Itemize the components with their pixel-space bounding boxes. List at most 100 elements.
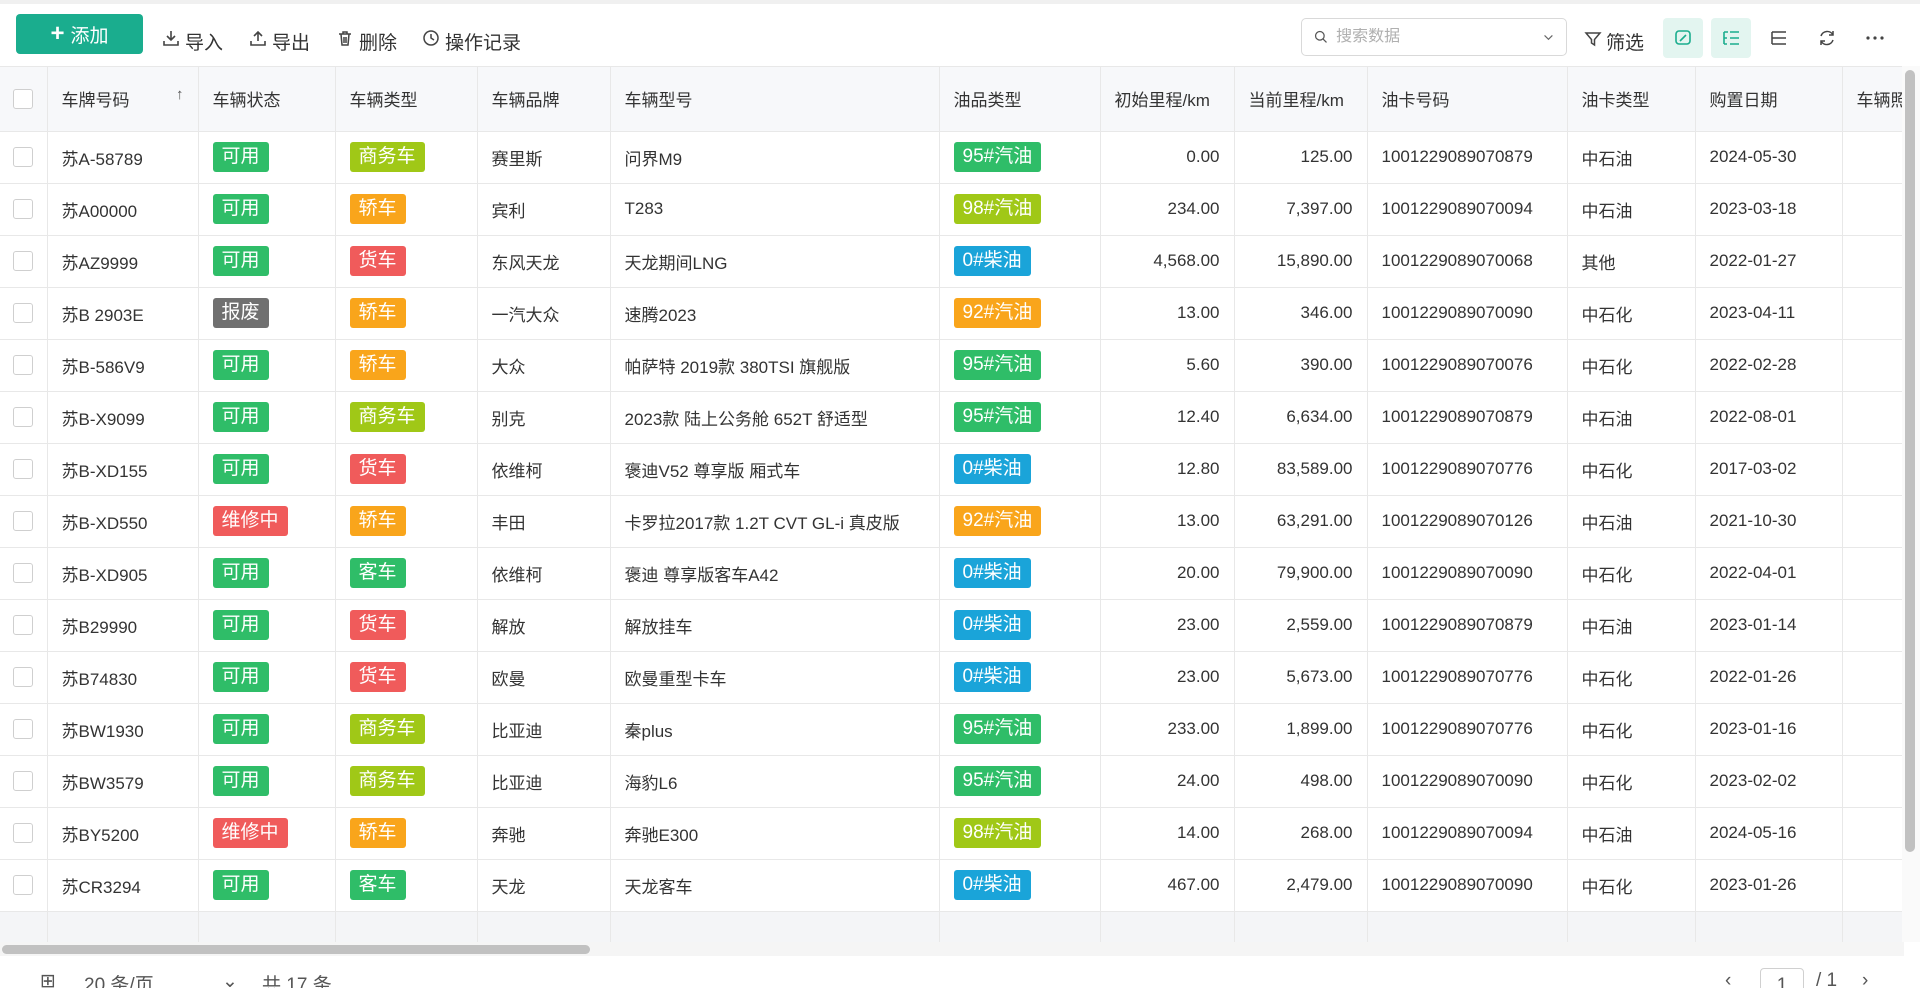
operation-log-button[interactable]: 操作记录 — [422, 26, 521, 56]
row-checkbox[interactable] — [13, 407, 34, 428]
chevron-down-icon[interactable]: ⌄ — [222, 970, 238, 988]
row-checkbox[interactable] — [13, 771, 34, 792]
row-select-cell — [0, 703, 48, 756]
status-tag: 可用 — [212, 246, 269, 276]
status-tag: 可用 — [212, 402, 269, 432]
column-header-current-mileage[interactable]: 当前里程/km — [1234, 67, 1368, 132]
card-type-cell: 中石化 — [1567, 443, 1696, 496]
model-cell: 天龙客车 — [610, 859, 940, 912]
status-cell: 可用 — [198, 391, 336, 444]
page-size-select[interactable]: 20 条/页 — [84, 970, 154, 988]
vertical-scrollbar[interactable] — [1902, 66, 1920, 942]
page-number-input[interactable]: 1 — [1760, 968, 1804, 988]
delete-button[interactable]: 删除 — [336, 26, 397, 56]
row-checkbox[interactable] — [13, 719, 34, 740]
select-all-cell — [0, 67, 48, 132]
filter-button[interactable]: 筛选 — [1584, 28, 1644, 55]
card-number-cell: 1001229089070068 — [1367, 235, 1568, 288]
chevron-down-icon[interactable] — [1543, 30, 1554, 44]
column-header-brand[interactable]: 车辆品牌 — [477, 67, 611, 132]
purchase-date-cell: 2022-01-26 — [1695, 651, 1843, 704]
row-checkbox[interactable] — [13, 511, 34, 532]
table-row[interactable]: 苏B-XD155 可用 货车 依维柯 褒迪V52 尊享版 厢式车 0#柴油 12.80 83,… — [0, 443, 1904, 496]
highlight-button[interactable] — [1663, 18, 1703, 58]
search-input[interactable] — [1336, 28, 1544, 46]
sort-asc-icon[interactable]: ↑ — [176, 86, 184, 103]
table-row[interactable]: 苏A00000 可用 轿车 宾利 T283 98#汽油 234.00 7,397.00 1001… — [0, 183, 1904, 236]
card-number-cell: 1001229089070094 — [1367, 183, 1568, 236]
table-row[interactable]: 苏B 2903E 报废 轿车 一汽大众 速腾2023 92#汽油 13.00 346.00 10… — [0, 287, 1904, 340]
column-header-purchase-date[interactable]: 购置日期 — [1695, 67, 1843, 132]
next-page-icon[interactable]: › — [1862, 970, 1868, 988]
row-checkbox[interactable] — [13, 459, 34, 480]
brand-cell: 比亚迪 — [477, 755, 611, 808]
fuel-cell: 0#柴油 — [939, 547, 1101, 600]
export-button[interactable]: 导出 — [249, 26, 310, 56]
summary-cell — [939, 911, 1101, 942]
photo-cell — [1842, 547, 1904, 600]
type-cell: 客车 — [335, 547, 478, 600]
column-header-type[interactable]: 车辆类型 — [335, 67, 478, 132]
row-checkbox[interactable] — [13, 875, 34, 896]
prev-page-icon[interactable]: ‹ — [1725, 970, 1731, 988]
row-checkbox[interactable] — [13, 199, 34, 220]
horizontal-scrollbar[interactable] — [0, 942, 1904, 956]
row-checkbox[interactable] — [13, 563, 34, 584]
column-header-plate[interactable]: 车牌号码 ↑ — [47, 67, 199, 132]
column-header-fuel[interactable]: 油品类型 — [939, 67, 1101, 132]
purchase-date-cell: 2023-02-02 — [1695, 755, 1843, 808]
initial-mileage-cell: 13.00 — [1100, 287, 1235, 340]
status-cell: 可用 — [198, 131, 336, 184]
table-row[interactable]: 苏BY5200 维修中 轿车 奔驰 奔驰E300 98#汽油 14.00 268.00 1001… — [0, 807, 1904, 860]
column-header-model[interactable]: 车辆型号 — [610, 67, 940, 132]
column-header-initial-mileage[interactable]: 初始里程/km — [1100, 67, 1235, 132]
column-header-card-type[interactable]: 油卡类型 — [1567, 67, 1696, 132]
row-checkbox[interactable] — [13, 147, 34, 168]
select-all-checkbox[interactable] — [13, 89, 34, 109]
status-tag: 可用 — [212, 766, 269, 796]
more-button[interactable] — [1855, 18, 1895, 58]
column-header-status[interactable]: 车辆状态 — [198, 67, 336, 132]
column-settings-button[interactable] — [1759, 18, 1799, 58]
import-button[interactable]: 导入 — [162, 26, 223, 56]
type-tag: 货车 — [349, 246, 406, 276]
column-header-photo[interactable]: 车辆照片 — [1842, 67, 1904, 132]
column-header-card-number[interactable]: 油卡号码 — [1367, 67, 1568, 132]
horizontal-scrollbar-thumb[interactable] — [2, 945, 590, 954]
add-button[interactable]: + 添加 — [16, 14, 143, 54]
row-checkbox[interactable] — [13, 251, 34, 272]
row-checkbox[interactable] — [13, 823, 34, 844]
photo-cell — [1842, 391, 1904, 444]
table-row[interactable]: 苏B-X9099 可用 商务车 别克 2023款 陆上公务舱 652T 舒适型 95#汽油… — [0, 391, 1904, 444]
vertical-scrollbar-thumb[interactable] — [1905, 70, 1915, 852]
row-checkbox[interactable] — [13, 615, 34, 636]
table-row[interactable]: 苏B-XD550 维修中 轿车 丰田 卡罗拉2017款 1.2T CVT GL-i 真皮… — [0, 495, 1904, 548]
row-checkbox[interactable] — [13, 303, 34, 324]
refresh-button[interactable] — [1807, 18, 1847, 58]
current-mileage-cell: 83,589.00 — [1234, 443, 1368, 496]
card-number-cell: 1001229089070090 — [1367, 547, 1568, 600]
table-row[interactable]: 苏B74830 可用 货车 欧曼 欧曼重型卡车 0#柴油 23.00 5,673.00 1001… — [0, 651, 1904, 704]
row-checkbox[interactable] — [13, 667, 34, 688]
table-row[interactable]: 苏A-58789 可用 商务车 赛里斯 问界M9 95#汽油 0.00 125.00 10012… — [0, 131, 1904, 184]
type-cell: 客车 — [335, 859, 478, 912]
row-select-cell — [0, 391, 48, 444]
plate-cell: 苏A00000 — [47, 183, 199, 236]
status-tag: 可用 — [212, 558, 269, 588]
type-cell: 货车 — [335, 651, 478, 704]
table-row[interactable]: 苏B-XD905 可用 客车 依维柯 褒迪 尊享版客车A42 0#柴油 20.00 79,90… — [0, 547, 1904, 600]
filter-icon — [1584, 30, 1602, 54]
table-row[interactable]: 苏BW1930 可用 商务车 比亚迪 秦plus 95#汽油 233.00 1,899.00 1… — [0, 703, 1904, 756]
row-checkbox[interactable] — [13, 355, 34, 376]
fuel-cell: 98#汽油 — [939, 807, 1101, 860]
plate-cell: 苏B74830 — [47, 651, 199, 704]
table-row[interactable]: 苏B29990 可用 货车 解放 解放挂车 0#柴油 23.00 2,559.00 100122… — [0, 599, 1904, 652]
photo-cell — [1842, 235, 1904, 288]
table-row[interactable]: 苏AZ9999 可用 货车 东风天龙 天龙期间LNG 0#柴油 4,568.00 15,890… — [0, 235, 1904, 288]
fuel-cell: 0#柴油 — [939, 859, 1101, 912]
table-row[interactable]: 苏BW3579 可用 商务车 比亚迪 海豹L6 95#汽油 24.00 498.00 10012… — [0, 755, 1904, 808]
table-row[interactable]: 苏B-586V9 可用 轿车 大众 帕萨特 2019款 380TSI 旗舰版 95#汽油 5… — [0, 339, 1904, 392]
row-select-cell — [0, 495, 48, 548]
tree-view-button[interactable] — [1711, 18, 1751, 58]
table-row[interactable]: 苏CR3294 可用 客车 天龙 天龙客车 0#柴油 467.00 2,479.00 10012… — [0, 859, 1904, 912]
